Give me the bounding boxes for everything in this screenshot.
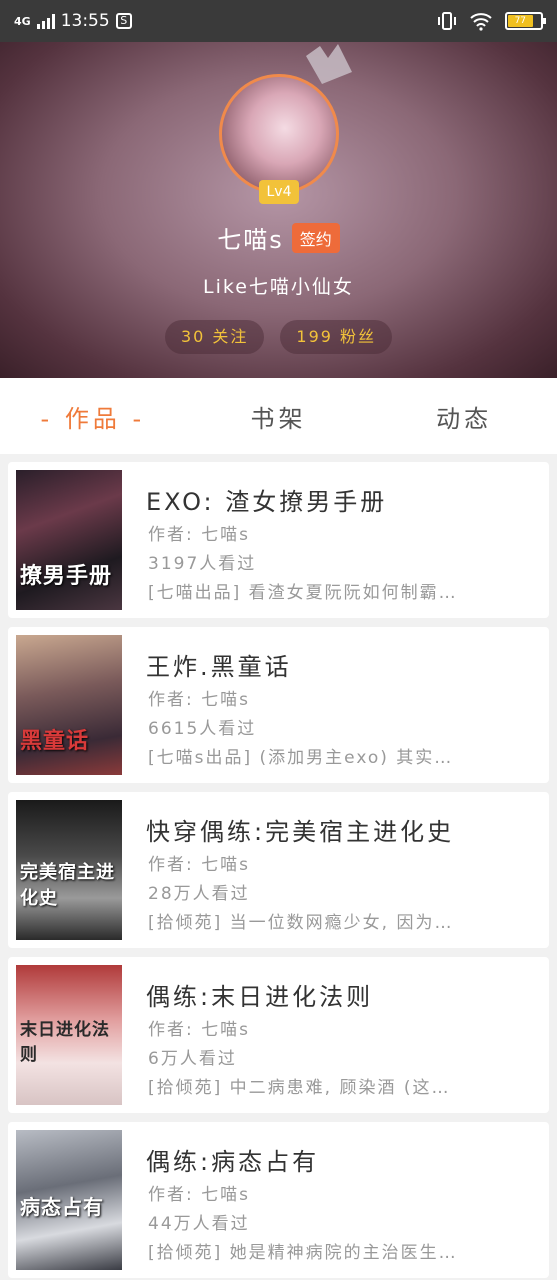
status-time: 13:55	[60, 11, 110, 31]
book-card[interactable]: 病态占有 偶练:病态占有 作者: 七喵s 44万人看过 [拾倾苑] 她是精神病院…	[8, 1122, 549, 1278]
username: 七喵s	[217, 226, 284, 254]
book-author: 作者: 七喵s	[148, 525, 250, 545]
book-cover: 病态占有	[16, 1130, 122, 1270]
book-views: 6万人看过	[148, 1049, 237, 1069]
app-notification-icon: S	[115, 13, 132, 29]
tab-activity[interactable]: 动态	[371, 399, 557, 434]
book-author: 作者: 七喵s	[148, 1185, 250, 1205]
followers-button[interactable]: 199 粉丝	[280, 320, 393, 354]
book-card[interactable]: 末日进化法则 偶练:末日进化法则 作者: 七喵s 6万人看过 [拾倾苑] 中二病…	[8, 957, 549, 1113]
avatar[interactable]	[219, 74, 339, 194]
level-badge: Lv4	[259, 180, 299, 204]
status-bar: 4G 13:55 S 77	[0, 0, 557, 42]
book-cover: 末日进化法则	[16, 965, 122, 1105]
tab-works[interactable]: - 作品 -	[0, 399, 186, 434]
crown-icon	[306, 44, 352, 84]
book-description: [七喵s出品] (添加男主exo) 其实…	[148, 748, 454, 768]
book-description: [拾倾苑] 她是精神病院的主治医生…	[148, 1243, 458, 1263]
book-views: 28万人看过	[148, 884, 250, 904]
profile-header: Lv4 七喵s 签约 Like七喵小仙女 30 关注 199 粉丝	[0, 42, 557, 378]
signed-badge: 签约	[291, 222, 340, 253]
book-title: 快穿偶练:完美宿主进化史	[146, 818, 455, 846]
book-card[interactable]: 撩男手册 EXO: 渣女撩男手册 作者: 七喵s 3197人看过 [七喵出品] …	[8, 462, 549, 618]
book-title: 王炸.黑童话	[146, 653, 292, 681]
book-title: 偶练:末日进化法则	[146, 983, 374, 1011]
following-button[interactable]: 30 关注	[164, 320, 265, 354]
battery-icon: 77	[505, 12, 546, 30]
book-card[interactable]: 完美宿主进化史 快穿偶练:完美宿主进化史 作者: 七喵s 28万人看过 [拾倾苑…	[8, 792, 549, 948]
book-author: 作者: 七喵s	[148, 855, 250, 875]
book-description: [七喵出品] 看渣女夏阮阮如何制霸…	[148, 583, 458, 603]
user-bio: Like七喵小仙女	[203, 276, 354, 298]
book-author: 作者: 七喵s	[148, 1020, 250, 1040]
book-views: 3197人看过	[148, 554, 257, 574]
signal-icon	[36, 13, 55, 29]
book-description: [拾倾苑] 当一位数网瘾少女, 因为…	[148, 913, 454, 933]
vibrate-icon	[438, 12, 456, 30]
tab-bookshelf[interactable]: 书架	[186, 399, 372, 434]
book-views: 6615人看过	[148, 719, 257, 739]
wifi-icon	[470, 13, 492, 31]
network-type: 4G	[14, 14, 31, 28]
book-cover: 撩男手册	[16, 470, 122, 610]
book-author: 作者: 七喵s	[148, 690, 250, 710]
book-title: 偶练:病态占有	[146, 1148, 320, 1176]
book-description: [拾倾苑] 中二病患难, 顾染酒 (这…	[148, 1078, 451, 1098]
book-card[interactable]: 黑童话 王炸.黑童话 作者: 七喵s 6615人看过 [七喵s出品] (添加男主…	[8, 627, 549, 783]
book-cover: 黑童话	[16, 635, 122, 775]
book-views: 44万人看过	[148, 1214, 250, 1234]
book-cover: 完美宿主进化史	[16, 800, 122, 940]
book-title: EXO: 渣女撩男手册	[146, 488, 388, 516]
tab-bar: - 作品 - 书架 动态	[0, 378, 557, 454]
